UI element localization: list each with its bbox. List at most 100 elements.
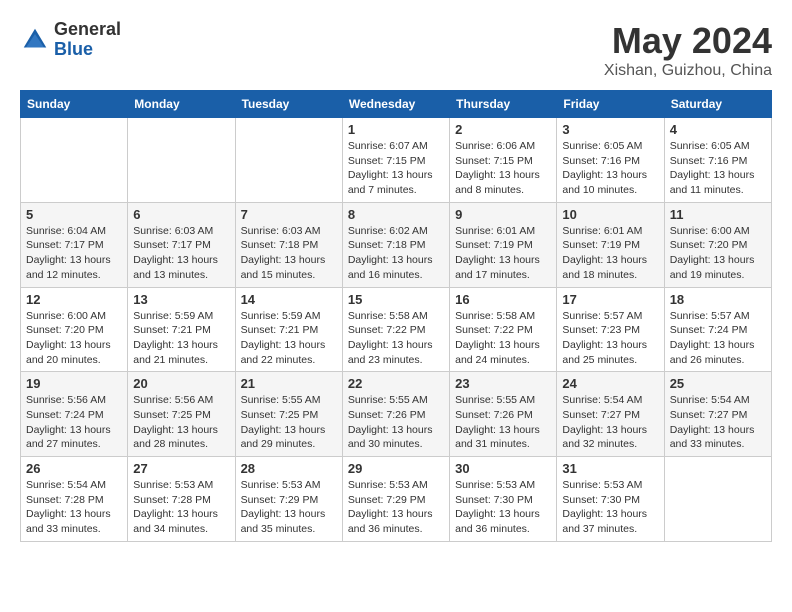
day-cell: 10Sunrise: 6:01 AM Sunset: 7:19 PM Dayli… [557, 202, 664, 287]
day-cell: 31 Sunrise: 5:53 AM Sunset: 7:30 PM Dayli… [557, 457, 664, 542]
day-cell: 7 Sunrise: 6:03 AM Sunset: 7:18 PM Daylig… [235, 202, 342, 287]
weekday-thursday: Thursday [450, 91, 557, 118]
weekday-tuesday: Tuesday [235, 91, 342, 118]
day-cell: 6Sunrise: 6:03 AM Sunset: 7:17 PM Daylig… [128, 202, 235, 287]
day-cell: 13 Sunrise: 5:59 AM Sunset: 7:21 PM Dayli… [128, 287, 235, 372]
day-number: 10 [562, 207, 658, 222]
day-info: Sunrise: 5:56 AM Sunset: 7:24 PM Dayligh… [26, 393, 122, 452]
day-number: 25 [670, 376, 766, 391]
day-number: 17 [562, 292, 658, 307]
day-number: 12 [26, 292, 122, 307]
day-cell: 4 Sunrise: 6:05 AM Sunset: 7:16 PM Daylig… [664, 118, 771, 203]
weekday-sunday: Sunday [21, 91, 128, 118]
day-number: 8 [348, 207, 444, 222]
week-row-4: 19 Sunrise: 5:56 AM Sunset: 7:24 PM Dayli… [21, 372, 772, 457]
day-cell: 26 Sunrise: 5:54 AM Sunset: 7:28 PM Dayli… [21, 457, 128, 542]
day-info: Sunrise: 5:53 AM Sunset: 7:30 PM Dayligh… [562, 478, 658, 537]
logo-blue: Blue [54, 40, 121, 60]
day-number: 16 [455, 292, 551, 307]
day-info: Sunrise: 5:55 AM Sunset: 7:26 PM Dayligh… [348, 393, 444, 452]
day-cell [21, 118, 128, 203]
day-number: 7 [241, 207, 337, 222]
day-info: Sunrise: 5:57 AM Sunset: 7:23 PM Dayligh… [562, 309, 658, 368]
week-row-5: 26 Sunrise: 5:54 AM Sunset: 7:28 PM Dayli… [21, 457, 772, 542]
day-info: Sunrise: 5:54 AM Sunset: 7:27 PM Dayligh… [670, 393, 766, 452]
day-number: 20 [133, 376, 229, 391]
day-number: 5 [26, 207, 122, 222]
day-number: 3 [562, 122, 658, 137]
day-cell [664, 457, 771, 542]
day-info: Sunrise: 5:58 AM Sunset: 7:22 PM Dayligh… [455, 309, 551, 368]
week-row-3: 12 Sunrise: 6:00 AM Sunset: 7:20 PM Dayli… [21, 287, 772, 372]
week-row-2: 5Sunrise: 6:04 AM Sunset: 7:17 PM Daylig… [21, 202, 772, 287]
day-cell: 3Sunrise: 6:05 AM Sunset: 7:16 PM Daylig… [557, 118, 664, 203]
day-cell: 19 Sunrise: 5:56 AM Sunset: 7:24 PM Dayli… [21, 372, 128, 457]
day-number: 28 [241, 461, 337, 476]
day-info: Sunrise: 5:58 AM Sunset: 7:22 PM Dayligh… [348, 309, 444, 368]
day-cell: 15 Sunrise: 5:58 AM Sunset: 7:22 PM Dayli… [342, 287, 449, 372]
calendar-body: 1 Sunrise: 6:07 AM Sunset: 7:15 PM Daylig… [21, 118, 772, 542]
day-info: Sunrise: 6:00 AM Sunset: 7:20 PM Dayligh… [670, 224, 766, 283]
day-cell: 11Sunrise: 6:00 AM Sunset: 7:20 PM Dayli… [664, 202, 771, 287]
day-cell: 1 Sunrise: 6:07 AM Sunset: 7:15 PM Daylig… [342, 118, 449, 203]
title-area: May 2024 Xishan, Guizhou, China [604, 20, 772, 80]
day-number: 30 [455, 461, 551, 476]
day-info: Sunrise: 5:54 AM Sunset: 7:28 PM Dayligh… [26, 478, 122, 537]
day-info: Sunrise: 5:53 AM Sunset: 7:28 PM Dayligh… [133, 478, 229, 537]
day-number: 6 [133, 207, 229, 222]
day-number: 19 [26, 376, 122, 391]
day-cell: 25 Sunrise: 5:54 AM Sunset: 7:27 PM Dayli… [664, 372, 771, 457]
day-number: 31 [562, 461, 658, 476]
day-cell: 12 Sunrise: 6:00 AM Sunset: 7:20 PM Dayli… [21, 287, 128, 372]
day-cell: 16 Sunrise: 5:58 AM Sunset: 7:22 PM Dayli… [450, 287, 557, 372]
day-info: Sunrise: 5:59 AM Sunset: 7:21 PM Dayligh… [241, 309, 337, 368]
day-cell: 28 Sunrise: 5:53 AM Sunset: 7:29 PM Dayli… [235, 457, 342, 542]
day-number: 24 [562, 376, 658, 391]
day-info: Sunrise: 5:59 AM Sunset: 7:21 PM Dayligh… [133, 309, 229, 368]
day-info: Sunrise: 6:05 AM Sunset: 7:16 PM Dayligh… [670, 139, 766, 198]
day-number: 9 [455, 207, 551, 222]
day-number: 23 [455, 376, 551, 391]
day-info: Sunrise: 5:57 AM Sunset: 7:24 PM Dayligh… [670, 309, 766, 368]
day-cell: 27Sunrise: 5:53 AM Sunset: 7:28 PM Dayli… [128, 457, 235, 542]
day-number: 14 [241, 292, 337, 307]
day-cell: 14 Sunrise: 5:59 AM Sunset: 7:21 PM Dayli… [235, 287, 342, 372]
day-cell: 18Sunrise: 5:57 AM Sunset: 7:24 PM Dayli… [664, 287, 771, 372]
week-row-1: 1 Sunrise: 6:07 AM Sunset: 7:15 PM Daylig… [21, 118, 772, 203]
day-info: Sunrise: 6:07 AM Sunset: 7:15 PM Dayligh… [348, 139, 444, 198]
day-cell: 9Sunrise: 6:01 AM Sunset: 7:19 PM Daylig… [450, 202, 557, 287]
day-number: 4 [670, 122, 766, 137]
day-cell [128, 118, 235, 203]
day-cell: 29 Sunrise: 5:53 AM Sunset: 7:29 PM Dayli… [342, 457, 449, 542]
day-cell: 17 Sunrise: 5:57 AM Sunset: 7:23 PM Dayli… [557, 287, 664, 372]
day-info: Sunrise: 5:55 AM Sunset: 7:25 PM Dayligh… [241, 393, 337, 452]
weekday-wednesday: Wednesday [342, 91, 449, 118]
day-info: Sunrise: 5:53 AM Sunset: 7:29 PM Dayligh… [241, 478, 337, 537]
day-cell: 21Sunrise: 5:55 AM Sunset: 7:25 PM Dayli… [235, 372, 342, 457]
day-info: Sunrise: 6:03 AM Sunset: 7:18 PM Dayligh… [241, 224, 337, 283]
logo-text: General Blue [54, 20, 121, 60]
day-cell: 8 Sunrise: 6:02 AM Sunset: 7:18 PM Daylig… [342, 202, 449, 287]
location: Xishan, Guizhou, China [604, 62, 772, 80]
day-info: Sunrise: 5:54 AM Sunset: 7:27 PM Dayligh… [562, 393, 658, 452]
month-title: May 2024 [604, 20, 772, 62]
day-number: 2 [455, 122, 551, 137]
day-number: 15 [348, 292, 444, 307]
day-number: 22 [348, 376, 444, 391]
day-number: 26 [26, 461, 122, 476]
day-info: Sunrise: 5:56 AM Sunset: 7:25 PM Dayligh… [133, 393, 229, 452]
day-info: Sunrise: 5:53 AM Sunset: 7:30 PM Dayligh… [455, 478, 551, 537]
day-info: Sunrise: 5:53 AM Sunset: 7:29 PM Dayligh… [348, 478, 444, 537]
day-number: 29 [348, 461, 444, 476]
day-cell [235, 118, 342, 203]
day-number: 13 [133, 292, 229, 307]
day-info: Sunrise: 6:02 AM Sunset: 7:18 PM Dayligh… [348, 224, 444, 283]
day-number: 1 [348, 122, 444, 137]
day-info: Sunrise: 6:06 AM Sunset: 7:15 PM Dayligh… [455, 139, 551, 198]
day-cell: 23Sunrise: 5:55 AM Sunset: 7:26 PM Dayli… [450, 372, 557, 457]
logo-general: General [54, 20, 121, 40]
day-info: Sunrise: 6:00 AM Sunset: 7:20 PM Dayligh… [26, 309, 122, 368]
logo-icon [20, 25, 50, 55]
weekday-header: SundayMondayTuesdayWednesdayThursdayFrid… [21, 91, 772, 118]
day-cell: 30 Sunrise: 5:53 AM Sunset: 7:30 PM Dayli… [450, 457, 557, 542]
